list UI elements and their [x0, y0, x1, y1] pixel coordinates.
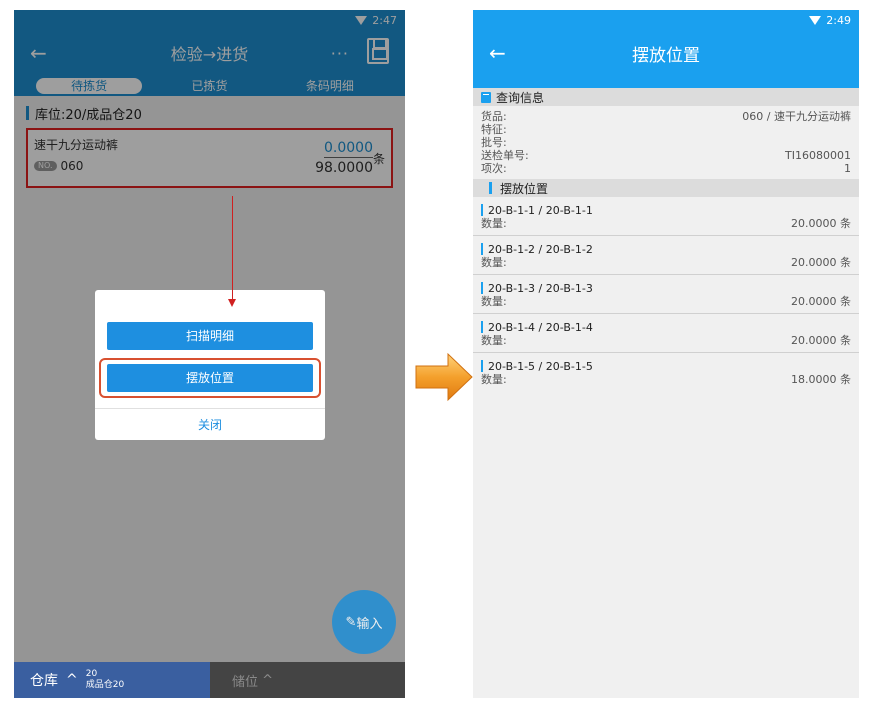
- edit-icon: ✎: [345, 614, 357, 630]
- item-marker: [481, 204, 483, 216]
- chevron-up-icon: ^: [66, 672, 78, 688]
- warehouse-label: 仓库: [30, 673, 58, 689]
- list-item[interactable]: 20-B-1-5 / 20-B-1-5 数量: 18.0000 条: [473, 353, 859, 391]
- wifi-icon: [809, 15, 822, 25]
- dialog-divider: [95, 408, 325, 409]
- info-value: TI16080001: [785, 149, 851, 162]
- location-name-row: 20-B-1-4 / 20-B-1-4: [481, 320, 851, 334]
- left-phone-screen: 2:47 ← 检验→进货 ··· 待拣货 已拣货 条码明细 库位:20/成品仓2…: [14, 10, 405, 698]
- qty-label: 数量:: [481, 334, 507, 347]
- list-item[interactable]: 20-B-1-2 / 20-B-1-2 数量: 20.0000 条: [473, 236, 859, 275]
- location-selector[interactable]: 储位 ^: [210, 662, 405, 698]
- app-bar: ← 摆放位置: [473, 30, 859, 76]
- info-row-goods: 货品: 060 / 速干九分运动裤: [481, 110, 851, 123]
- qty-label: 数量:: [481, 256, 507, 269]
- annotation-arrowhead: [228, 299, 236, 307]
- location-qty-row: 数量: 20.0000 条: [481, 334, 851, 348]
- info-label: 送检单号:: [481, 149, 529, 162]
- location-qty-row: 数量: 20.0000 条: [481, 217, 851, 231]
- location-name: 20-B-1-4 / 20-B-1-4: [488, 320, 593, 334]
- item-marker: [481, 282, 483, 294]
- qty-value: 20.0000 条: [791, 295, 851, 308]
- list-item[interactable]: 20-B-1-4 / 20-B-1-4 数量: 20.0000 条: [473, 314, 859, 353]
- location-qty-row: 数量: 20.0000 条: [481, 256, 851, 270]
- placement-section-title: 摆放位置: [500, 181, 549, 196]
- annotation-line: [232, 196, 233, 302]
- info-row-inspection-no: 送检单号: TI16080001: [481, 149, 851, 162]
- info-row-feature: 特征:: [481, 123, 851, 136]
- status-time: 2:49: [826, 13, 851, 27]
- location-qty-row: 数量: 20.0000 条: [481, 295, 851, 309]
- location-name-row: 20-B-1-1 / 20-B-1-1: [481, 203, 851, 217]
- qty-value: 18.0000 条: [791, 373, 851, 386]
- info-label: 货品:: [481, 110, 507, 123]
- fab-label: 输入: [356, 616, 383, 632]
- bottom-bar: 仓库 ^ 20 成品仓20 储位 ^: [14, 662, 405, 698]
- location-name-row: 20-B-1-5 / 20-B-1-5: [481, 359, 851, 373]
- location-name: 20-B-1-5 / 20-B-1-5: [488, 359, 593, 373]
- location-name: 20-B-1-1 / 20-B-1-1: [488, 203, 593, 217]
- qty-value: 20.0000 条: [791, 217, 851, 230]
- location-qty-row: 数量: 18.0000 条: [481, 373, 851, 387]
- info-label: 批号:: [481, 136, 507, 149]
- action-dialog: 扫描明细 摆放位置 关闭: [95, 290, 325, 440]
- chevron-up-icon: ^: [258, 672, 274, 688]
- qty-label: 数量:: [481, 373, 507, 386]
- input-fab[interactable]: ✎ 输入: [332, 590, 396, 654]
- info-label: 特征:: [481, 123, 507, 136]
- warehouse-code: 20: [85, 669, 98, 679]
- list-item[interactable]: 20-B-1-1 / 20-B-1-1 数量: 20.0000 条: [473, 197, 859, 236]
- close-button[interactable]: 关闭: [95, 416, 325, 433]
- appbar-extension: [473, 76, 859, 88]
- item-marker: [481, 360, 483, 372]
- scan-detail-button[interactable]: 扫描明细: [107, 322, 313, 350]
- list-item[interactable]: 20-B-1-3 / 20-B-1-3 数量: 20.0000 条: [473, 275, 859, 314]
- location-label: 储位: [232, 674, 259, 690]
- location-name-row: 20-B-1-3 / 20-B-1-3: [481, 281, 851, 295]
- info-value: 1: [844, 162, 851, 175]
- query-section-header: 查询信息: [473, 88, 859, 106]
- item-marker: [481, 321, 483, 333]
- transition-arrow-icon: [415, 352, 473, 402]
- location-name-row: 20-B-1-2 / 20-B-1-2: [481, 242, 851, 256]
- section-marker: [489, 182, 492, 194]
- placement-section-header: 摆放位置: [473, 179, 859, 197]
- status-bar: 2:49: [473, 10, 859, 30]
- location-name: 20-B-1-2 / 20-B-1-2: [488, 242, 593, 256]
- location-name: 20-B-1-3 / 20-B-1-3: [488, 281, 593, 295]
- info-row-batch: 批号:: [481, 136, 851, 149]
- right-phone-screen: 2:49 ← 摆放位置 查询信息 货品: 060 / 速干九分运动裤 特征: 批…: [473, 10, 859, 698]
- info-value: 060 / 速干九分运动裤: [742, 110, 851, 123]
- query-info: 货品: 060 / 速干九分运动裤 特征: 批号: 送检单号: TI160800…: [473, 106, 859, 179]
- item-marker: [481, 243, 483, 255]
- info-row-item-no: 项次: 1: [481, 162, 851, 175]
- qty-label: 数量:: [481, 217, 507, 230]
- query-section-title: 查询信息: [496, 90, 545, 105]
- warehouse-name: 成品仓20: [85, 680, 125, 690]
- screenshot-canvas: 2:47 ← 检验→进货 ··· 待拣货 已拣货 条码明细 库位:20/成品仓2…: [0, 0, 880, 717]
- qty-value: 20.0000 条: [791, 256, 851, 269]
- info-label: 项次:: [481, 162, 507, 175]
- warehouse-selector[interactable]: 仓库 ^ 20 成品仓20: [14, 662, 210, 698]
- page-title: 摆放位置: [632, 45, 700, 66]
- qty-label: 数量:: [481, 295, 507, 308]
- qty-value: 20.0000 条: [791, 334, 851, 347]
- placement-button[interactable]: 摆放位置: [107, 364, 313, 392]
- warehouse-info: 20 成品仓20: [86, 669, 124, 691]
- document-icon: [481, 91, 491, 103]
